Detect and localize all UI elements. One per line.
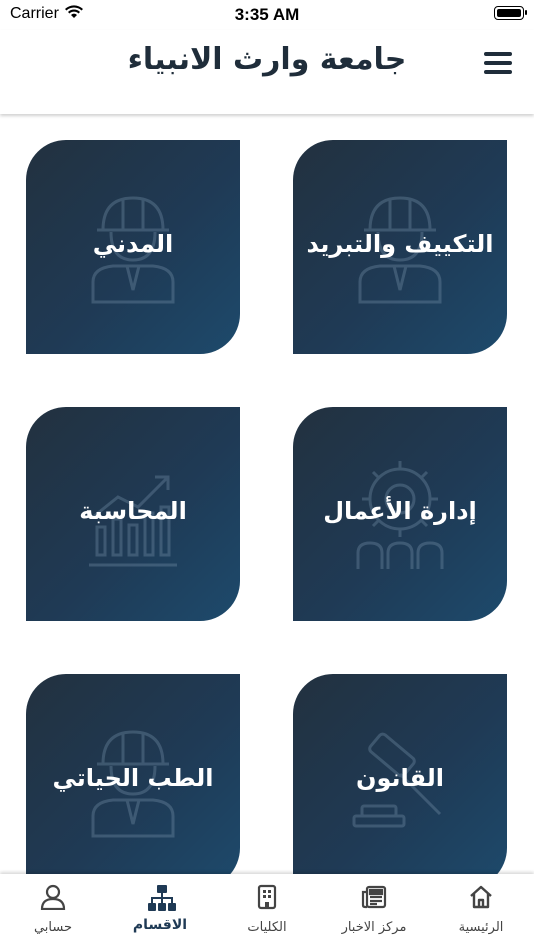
department-card-accounting[interactable]: المحاسبة <box>26 407 240 621</box>
home-icon <box>470 885 492 909</box>
tab-label: الرئيسية <box>458 920 504 935</box>
department-card-civil[interactable]: المدني <box>26 140 240 354</box>
tab-departments[interactable]: الاقسام <box>107 874 213 950</box>
department-label: التكييف والتبريد <box>306 230 494 258</box>
tab-label: حسابي <box>33 920 73 935</box>
department-card-law[interactable]: القانون <box>293 674 507 874</box>
page-title: جامعة وارث الانبياء <box>127 42 407 77</box>
department-card-business[interactable]: إدارة الأعمال <box>293 407 507 621</box>
tab-label: مركز الاخبار <box>341 920 407 935</box>
hamburger-menu-icon[interactable] <box>484 50 512 76</box>
app-header: جامعة وارث الانبياء <box>0 30 534 114</box>
user-icon <box>40 884 66 910</box>
status-bar: Carrier 3:35 AM <box>0 0 534 30</box>
department-label: الطب الحياتي <box>52 764 214 792</box>
bottom-tab-bar: الرئيسية مركز الاخبار الكليات الاقسام حس… <box>0 874 534 950</box>
newspaper-icon <box>361 885 387 909</box>
department-card-biomedical[interactable]: الطب الحياتي <box>26 674 240 874</box>
tab-home[interactable]: الرئيسية <box>428 874 534 950</box>
department-label: القانون <box>355 764 445 792</box>
departments-grid: التكييف والتبريد المدني إدارة الأعمال ال… <box>0 114 534 874</box>
tab-news[interactable]: مركز الاخبار <box>321 874 427 950</box>
tab-label: الكليات <box>247 920 287 935</box>
tab-my-account[interactable]: حسابي <box>0 874 106 950</box>
tab-label: الاقسام <box>132 917 188 933</box>
battery-icon <box>494 6 527 20</box>
clock: 3:35 AM <box>234 5 300 24</box>
tab-colleges[interactable]: الكليات <box>214 874 320 950</box>
department-label: إدارة الأعمال <box>323 497 477 525</box>
building-icon <box>257 884 277 910</box>
sitemap-icon <box>148 885 176 911</box>
department-label: المدني <box>92 230 174 258</box>
department-card-hvac[interactable]: التكييف والتبريد <box>293 140 507 354</box>
department-label: المحاسبة <box>79 497 187 525</box>
